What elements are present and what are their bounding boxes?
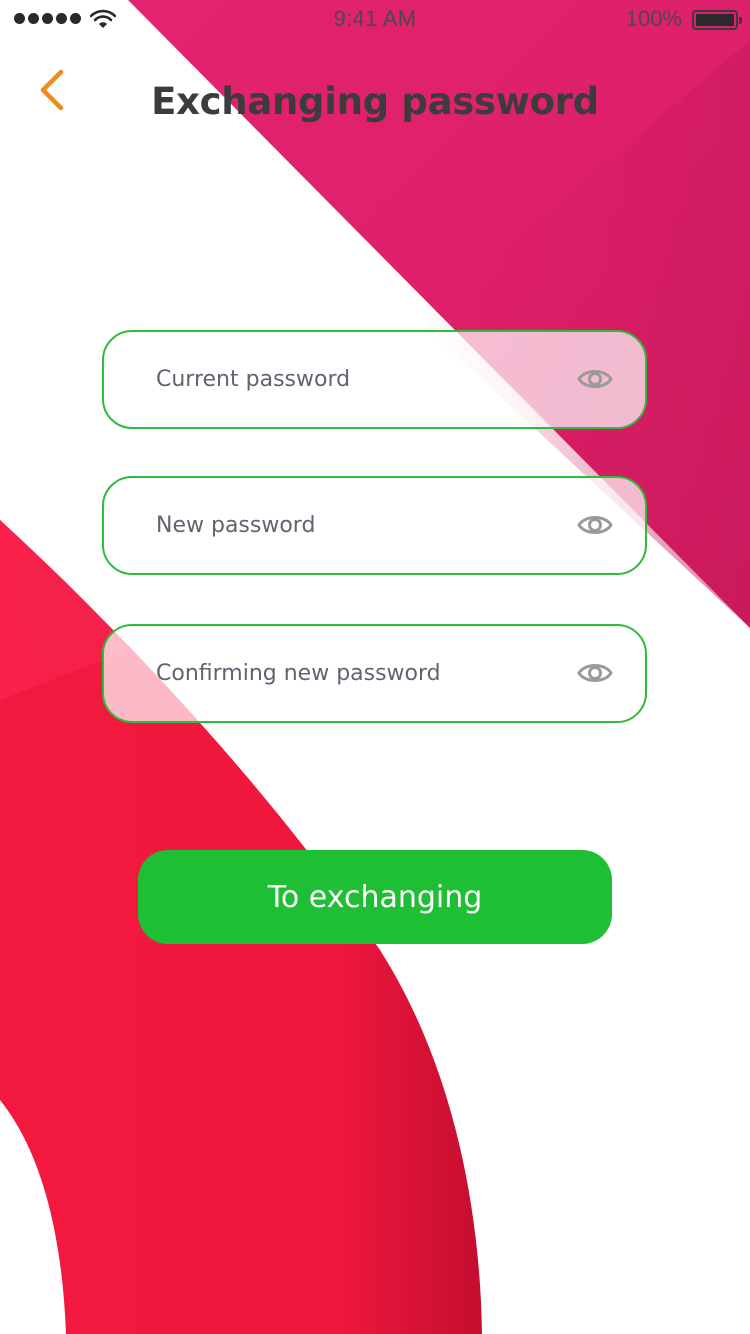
submit-button[interactable]: To exchanging [138, 850, 612, 944]
eye-icon[interactable] [577, 365, 613, 393]
page-title: Exchanging password [151, 80, 599, 123]
confirm-password-input[interactable] [156, 626, 556, 721]
screen: 9:41 AM 100% Exchanging password To exch… [0, 0, 750, 1334]
new-password-input[interactable] [156, 478, 556, 573]
battery-icon [692, 10, 742, 30]
current-password-field[interactable] [102, 330, 647, 429]
battery-percentage: 100% [625, 6, 682, 31]
current-password-input[interactable] [156, 332, 556, 427]
new-password-field[interactable] [102, 476, 647, 575]
confirm-password-field[interactable] [102, 624, 647, 723]
status-bar: 9:41 AM 100% [0, 0, 750, 40]
eye-icon[interactable] [577, 511, 613, 539]
eye-icon[interactable] [577, 659, 613, 687]
